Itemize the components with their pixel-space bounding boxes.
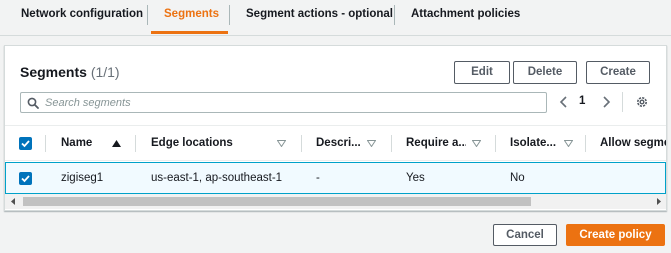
cell-require-acceptance: Yes	[406, 172, 425, 184]
column-divider	[495, 135, 496, 152]
chevron-left-icon[interactable]	[557, 94, 571, 110]
active-tab-indicator	[151, 31, 228, 34]
column-header-isolate-attachments[interactable]: Isolate...	[510, 126, 560, 160]
edit-button[interactable]: Edit	[454, 61, 510, 84]
tab-attachment-policies[interactable]: Attachment policies	[411, 0, 520, 35]
tab-divider	[394, 5, 395, 25]
column-header-edge-locations[interactable]: Edge locations	[151, 126, 271, 160]
tab-network-configuration[interactable]: Network configuration	[21, 0, 143, 35]
search-icon	[27, 97, 39, 109]
cell-isolate-attachments: No	[510, 172, 525, 184]
scroll-right-arrow-icon[interactable]	[655, 197, 663, 206]
tab-divider	[229, 5, 230, 25]
sort-descending-icon[interactable]	[367, 140, 376, 147]
table-row[interactable]: zigiseg1 us-east-1, ap-southeast-1 - Yes…	[5, 162, 666, 194]
gear-icon[interactable]	[635, 95, 649, 109]
column-divider	[301, 135, 302, 152]
column-divider	[45, 135, 46, 152]
column-header-description[interactable]: Descri...	[316, 126, 364, 160]
column-divider	[585, 135, 586, 152]
scrollbar-thumb[interactable]	[23, 197, 531, 206]
segment-count: (1/1)	[90, 64, 120, 80]
cancel-button[interactable]: Cancel	[493, 224, 557, 246]
sort-descending-icon[interactable]	[277, 140, 286, 147]
horizontal-scrollbar[interactable]	[5, 194, 666, 209]
scroll-left-arrow-icon[interactable]	[9, 197, 17, 206]
create-button[interactable]: Create	[586, 61, 650, 84]
delete-button[interactable]: Delete	[513, 61, 577, 84]
column-divider	[391, 135, 392, 152]
segments-panel: Segments (1/1) Edit Delete Create 1 Name	[4, 45, 667, 211]
sort-descending-icon[interactable]	[564, 140, 573, 147]
check-icon	[21, 140, 30, 148]
tab-segments[interactable]: Segments	[164, 0, 219, 35]
column-header-require-acceptance[interactable]: Require a...	[406, 126, 466, 160]
create-policy-button[interactable]: Create policy	[566, 224, 665, 246]
pager-divider	[622, 92, 623, 112]
sort-descending-icon[interactable]	[472, 140, 481, 147]
column-divider	[135, 135, 136, 152]
table-header: Name Edge locations Descri... Require a.…	[5, 125, 666, 161]
tab-divider	[147, 5, 148, 25]
panel-title-text: Segments	[20, 64, 87, 80]
wizard-tabs: Network configuration Segments Segment a…	[0, 0, 671, 36]
search-input[interactable]	[45, 94, 535, 111]
chevron-right-icon[interactable]	[599, 94, 613, 110]
check-icon	[21, 175, 30, 183]
row-checkbox[interactable]	[19, 172, 32, 185]
column-header-name[interactable]: Name	[61, 126, 111, 160]
select-all-checkbox[interactable]	[19, 137, 32, 150]
tab-segment-actions[interactable]: Segment actions - optional	[246, 0, 393, 35]
column-header-allow-segments[interactable]: Allow segmen	[600, 126, 666, 160]
sort-ascending-icon[interactable]	[112, 140, 121, 147]
cell-description: -	[316, 172, 320, 184]
cell-name: zigiseg1	[61, 172, 104, 184]
cell-edge-locations: us-east-1, ap-southeast-1	[151, 172, 283, 184]
search-box[interactable]	[20, 92, 547, 113]
panel-title: Segments (1/1)	[20, 64, 120, 80]
current-page-number[interactable]: 1	[579, 95, 585, 107]
